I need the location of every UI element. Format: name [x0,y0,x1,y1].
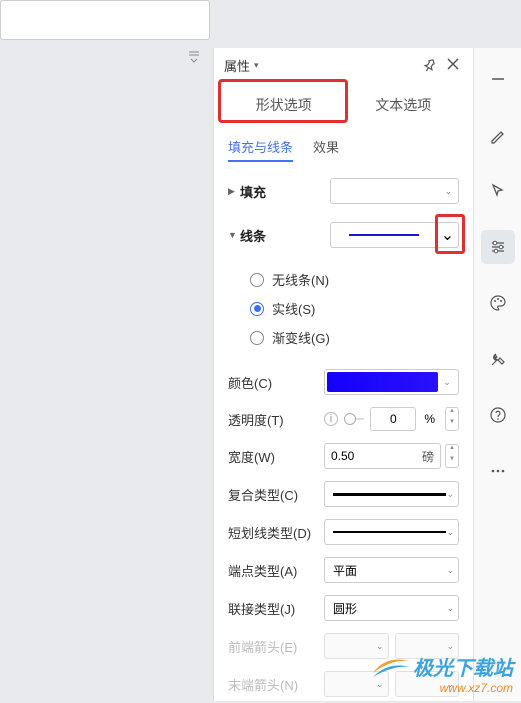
subtab-fill-line[interactable]: 填充与线条 [228,137,293,162]
width-spinner[interactable]: ▲▼ [445,444,459,468]
cap-label: 端点类型(A) [228,561,324,580]
more-icon[interactable] [481,454,515,488]
width-unit: 磅 [422,448,434,465]
dash-row: 短划线类型(D) ⌄ [214,513,473,551]
cap-row: 端点类型(A) 平面 ⌄ [214,551,473,589]
radio-icon [250,331,264,345]
cap-dropdown[interactable]: 平面 ⌄ [324,557,459,583]
dash-preview [333,531,446,533]
palette-icon[interactable] [481,286,515,320]
join-dropdown[interactable]: 圆形 ⌄ [324,595,459,621]
watermark-title: 极光下载站 [413,652,513,681]
chevron-down-icon: ⌄ [444,186,452,197]
collapse-handle-icon[interactable] [188,50,200,70]
radio-label: 实线(S) [272,299,315,318]
line-section: ▼ 线条 ⌄ [214,212,473,254]
color-row: 颜色(C) ⌄ [214,363,473,401]
help-icon[interactable] [481,398,515,432]
watermark-url: www.xz7.com [413,681,513,695]
chevron-down-icon: ⌄ [446,603,454,614]
dash-label: 短划线类型(D) [228,523,324,542]
join-label: 联接类型(J) [228,599,324,618]
info-icon[interactable]: i [324,412,338,426]
width-label: 宽度(W) [228,447,324,466]
opacity-input[interactable] [370,407,416,431]
minus-icon[interactable] [481,62,515,96]
radio-icon [250,273,264,287]
opacity-slider[interactable] [344,412,364,426]
cap-value: 平面 [333,562,357,579]
tab-shape-options[interactable]: 形状选项 [224,85,344,125]
pin-icon[interactable] [423,58,439,74]
width-input-wrap: 磅 [324,443,441,469]
radio-no-line[interactable]: 无线条(N) [250,270,459,289]
radio-solid-line[interactable]: 实线(S) [250,299,459,318]
tab-text-options[interactable]: 文本选项 [344,85,464,125]
fill-section: ▶ 填充 ⌄ [214,168,473,212]
fill-label: 填充 [240,182,330,201]
panel-title: 属性 [224,56,250,75]
line-label: 线条 [240,226,330,245]
line-style-dropdown-button[interactable]: ⌄ [437,222,459,248]
width-row: 宽度(W) 磅 ▲▼ [214,437,473,475]
opacity-unit: % [424,412,435,426]
right-tool-rail [473,48,521,701]
chevron-down-icon: ⌄ [446,489,454,500]
option-tabs: 形状选项 文本选项 [224,85,463,125]
properties-panel: 属性 ▾ 形状选项 文本选项 填充与线条 效果 ▶ 填充 ⌄ ▼ 线条 ⌄ 无线… [213,48,473,701]
line-style-preview[interactable] [330,222,437,248]
radio-gradient-line[interactable]: 渐变线(G) [250,328,459,347]
canvas-area[interactable] [0,0,210,40]
opacity-label: 透明度(T) [228,410,324,429]
color-label: 颜色(C) [228,373,324,392]
chevron-down-icon: ⌄ [376,641,384,652]
pen-icon[interactable] [481,118,515,152]
sliders-icon[interactable] [481,230,515,264]
arrow-start-label: 前端箭头(E) [228,637,324,656]
tools-icon[interactable] [481,342,515,376]
radio-icon [250,302,264,316]
compound-label: 复合类型(C) [228,485,324,504]
opacity-spinner[interactable]: ▲▼ [445,407,459,431]
radio-label: 无线条(N) [272,270,329,289]
radio-label: 渐变线(G) [272,328,330,347]
watermark: 极光下载站 www.xz7.com [413,652,513,695]
compound-preview [333,493,446,496]
expand-triangle-icon[interactable]: ▼ [228,230,240,240]
cursor-icon[interactable] [481,174,515,208]
panel-header: 属性 ▾ [214,48,473,81]
close-icon[interactable] [447,58,463,74]
color-swatch [327,372,438,392]
fill-swatch-dropdown[interactable]: ⌄ [330,178,459,204]
arrow-end-label: 末端箭头(N) [228,675,324,694]
chevron-down-icon: ⌄ [446,565,454,576]
chevron-down-icon[interactable]: ▾ [254,60,259,71]
color-dropdown[interactable]: ⌄ [324,369,459,395]
chevron-down-icon: ⌄ [446,527,454,538]
join-row: 联接类型(J) 圆形 ⌄ [214,589,473,627]
watermark-swoosh-icon [371,653,411,683]
width-input[interactable] [331,449,422,463]
compound-row: 复合类型(C) ⌄ [214,475,473,513]
chevron-down-icon: ⌄ [446,641,454,652]
subtab-effects[interactable]: 效果 [313,137,339,162]
line-type-radios: 无线条(N) 实线(S) 渐变线(G) [214,254,473,363]
compound-dropdown[interactable]: ⌄ [324,481,459,507]
dash-dropdown[interactable]: ⌄ [324,519,459,545]
opacity-row: 透明度(T) i % ▲▼ [214,401,473,437]
chevron-down-icon: ⌄ [441,225,454,245]
sub-tabs: 填充与线条 效果 [214,125,473,168]
collapse-triangle-icon[interactable]: ▶ [228,186,240,197]
join-value: 圆形 [333,600,357,617]
chevron-down-icon: ⌄ [438,377,456,388]
slider-thumb[interactable] [344,413,356,425]
